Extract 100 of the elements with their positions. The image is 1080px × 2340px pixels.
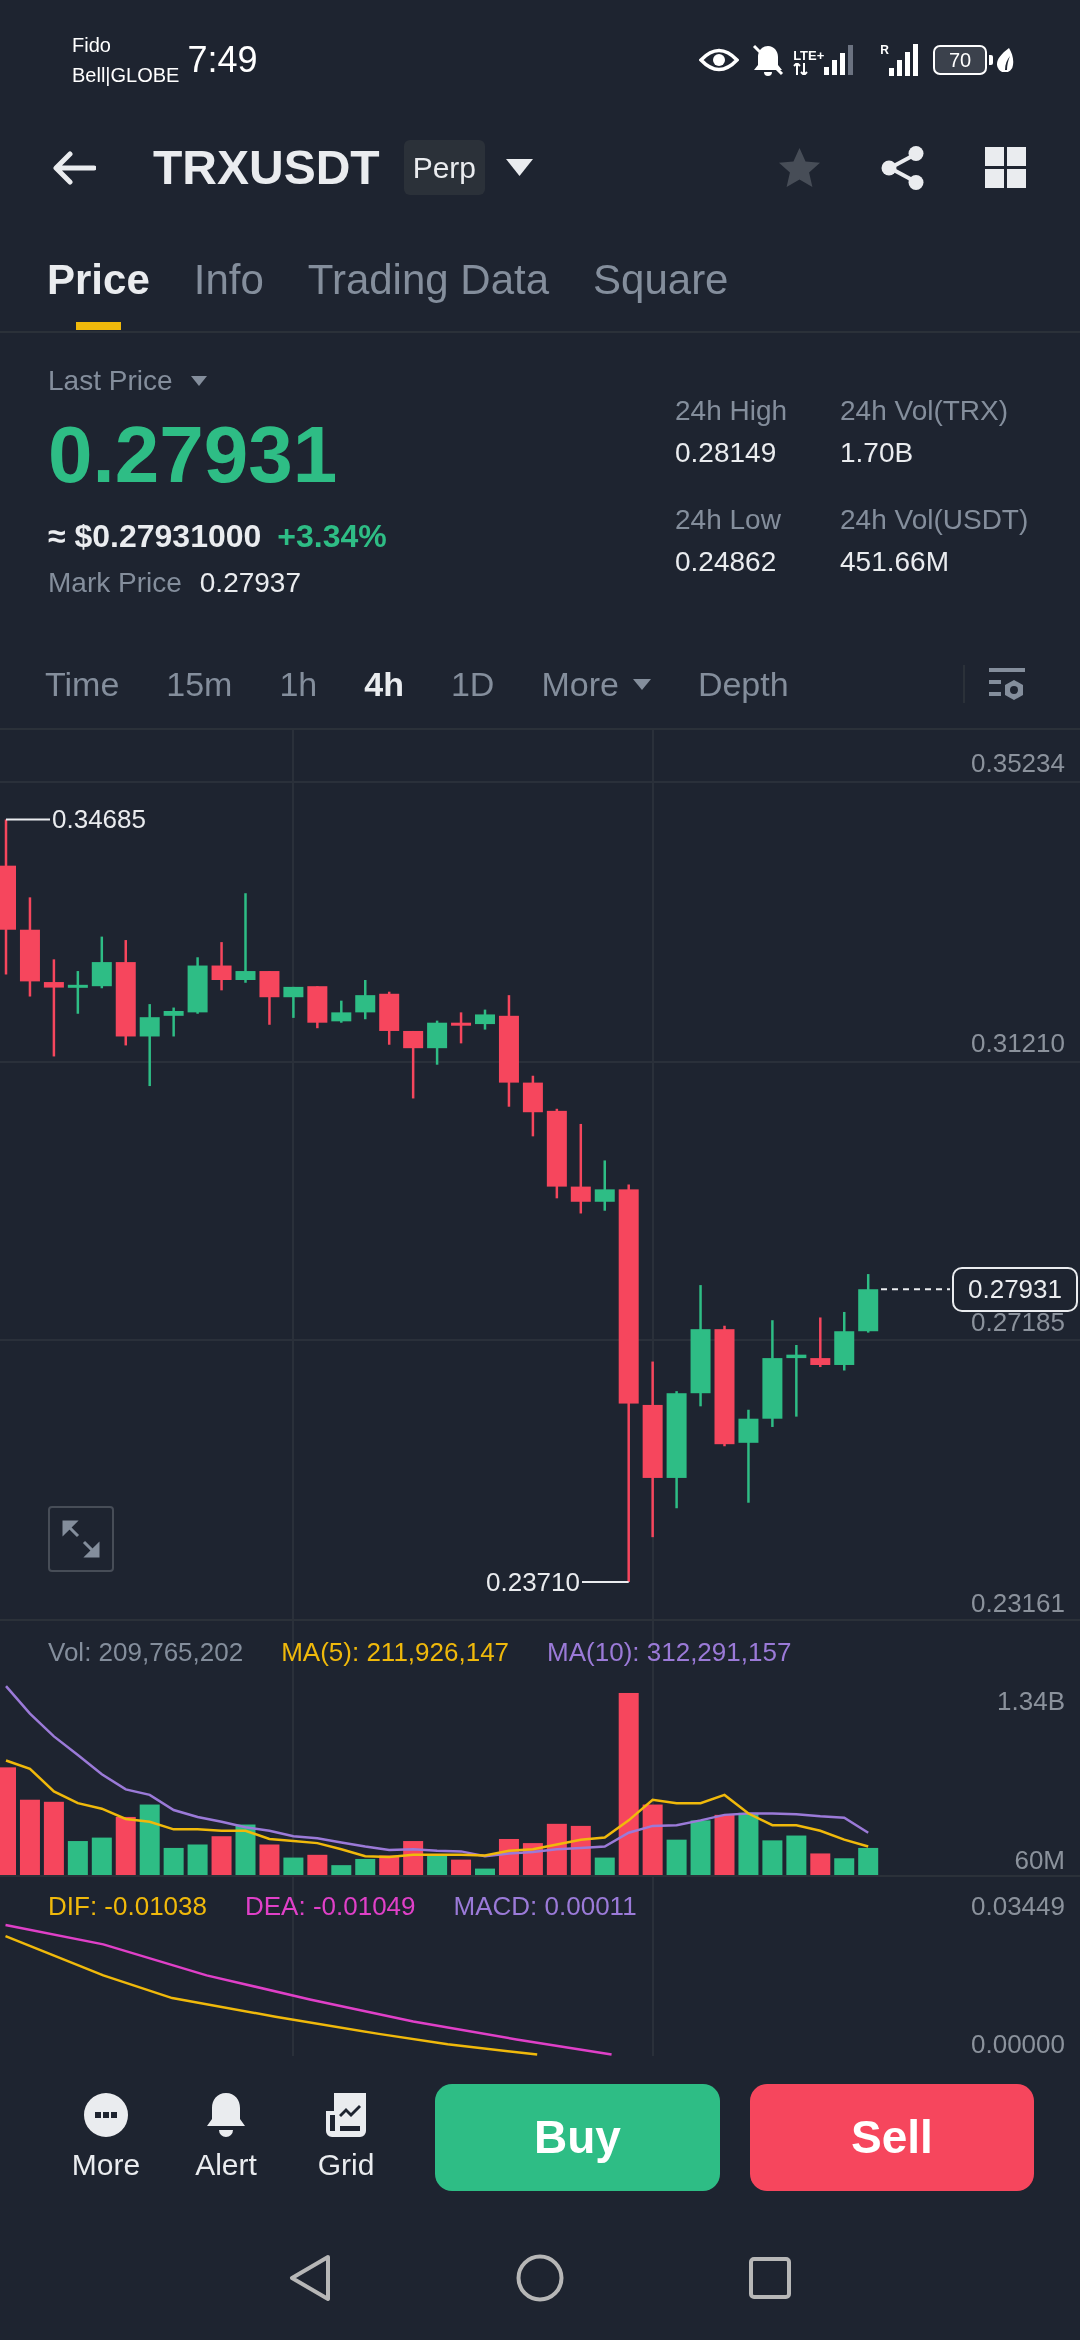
leader-line [5,818,51,821]
volume-axis-label: 1.34B [997,1686,1065,1716]
mark-price-label: Mark Price [48,566,182,600]
volume-bar [331,1865,352,1875]
alert-button[interactable]: Alert [166,2092,286,2183]
volume-bar [115,1816,136,1875]
more-button[interactable]: More [46,2092,166,2183]
volume-bar [355,1858,376,1875]
stat-value: 1.70B [840,436,915,470]
eye-icon [699,47,740,73]
fullscreen-button[interactable] [48,1506,114,1572]
interval-tab[interactable]: 1D [450,662,495,706]
price-axis-label: 0.35234 [971,748,1065,778]
settings-icon[interactable] [989,668,1025,700]
volume-bar [427,1855,448,1875]
expand-icon [62,1520,100,1558]
symbol-title: TRXUSDT [153,143,380,192]
interval-tab[interactable]: 15m [166,662,233,706]
candle [259,971,280,1025]
back-icon[interactable] [289,2253,331,2302]
tab[interactable]: Info [193,255,264,331]
volume-bar [187,1844,208,1875]
volume-legend: MA(10): 312,291,157 [547,1636,792,1668]
signal-icon [824,45,855,75]
volume-bar [666,1839,687,1875]
roaming-indicator: R [880,44,889,56]
home-icon[interactable] [516,2253,564,2302]
share-icon[interactable] [881,145,925,190]
data-arrows-icon [793,63,810,75]
candle [786,1345,807,1417]
back-button[interactable] [52,150,96,185]
symbol-dropdown-button[interactable] [506,159,534,176]
contract-type-tag: Perp [403,140,486,195]
buy-button[interactable]: Buy [435,2084,720,2191]
macd-legend: MACD: 0.00011 [453,1890,637,1922]
volume-bar [91,1837,112,1875]
tab[interactable]: Price [47,255,150,331]
caret-icon [506,159,534,176]
candle [810,1317,831,1368]
interval-tab[interactable]: 4h [364,662,404,706]
candle [403,1030,424,1099]
volume-bar [139,1804,160,1875]
candle [163,1007,184,1037]
candle [594,1160,615,1211]
current-price-tag: 0.27931 [952,1267,1078,1312]
volume-bar [259,1844,280,1875]
volume-bar [451,1859,472,1875]
interval-tab[interactable]: 1h [279,662,318,706]
volume-legend: MA(5): 211,926,147 [281,1636,510,1668]
volume-bar [810,1853,831,1875]
interval-tab[interactable]: Time [45,662,120,706]
macd-legend: DEA: -0.01049 [245,1890,416,1922]
tab[interactable]: Trading Data [307,255,550,331]
leaf-icon [997,48,1014,72]
network-type: LTE+ [793,48,825,63]
candle [858,1274,879,1333]
volume-bar [762,1840,783,1875]
grid-button[interactable]: Grid [286,2092,406,2183]
high-price-label: 0.34685 [52,804,146,834]
volume-bar [67,1841,88,1875]
caret-icon [190,376,207,386]
candle [331,1000,352,1023]
volume-bar [546,1823,567,1875]
candle [355,980,376,1020]
volume-bar [570,1825,591,1875]
clock: 7:49 [187,42,258,78]
volume-bar [714,1814,735,1875]
volume-axis-label: 60M [1014,1845,1065,1875]
candle [522,1075,543,1137]
volume-bar [211,1836,232,1875]
star-icon[interactable] [778,147,821,188]
tab[interactable]: Square [593,255,729,331]
recents-icon[interactable] [749,2256,791,2299]
stat-label: 24h Low [675,503,782,537]
candle [834,1311,855,1371]
candle [379,991,400,1045]
volume-bar [594,1857,615,1875]
interval-tab[interactable]: Depth [697,662,789,706]
volume-bar [475,1868,495,1875]
bell-off-icon [751,43,786,77]
carrier-name: Bell|GLOBE [72,63,180,88]
candle [475,1009,495,1030]
macd-axis-label: 0.00000 [971,2029,1065,2059]
macd-axis-label: 0.03449 [971,1891,1065,1921]
stat-value: 0.24862 [675,545,778,579]
sell-button[interactable]: Sell [750,2084,1034,2191]
volume-bar [834,1858,855,1875]
leader-line [581,1580,630,1583]
chart-document-icon [326,2092,366,2137]
volume-bar [283,1857,304,1875]
volume-bar [786,1835,807,1875]
price-axis-label: 0.23161 [971,1588,1065,1618]
candle [307,986,328,1029]
interval-tab[interactable]: More [541,662,651,706]
back-arrow-icon [52,150,96,185]
candle [211,942,232,991]
volume-legend: Vol: 209,765,202 [48,1636,244,1668]
macd-legend: DIF: -0.01038 [48,1890,207,1922]
grid-icon[interactable] [985,147,1026,188]
price-type-dropdown[interactable]: Last Price [48,363,207,399]
